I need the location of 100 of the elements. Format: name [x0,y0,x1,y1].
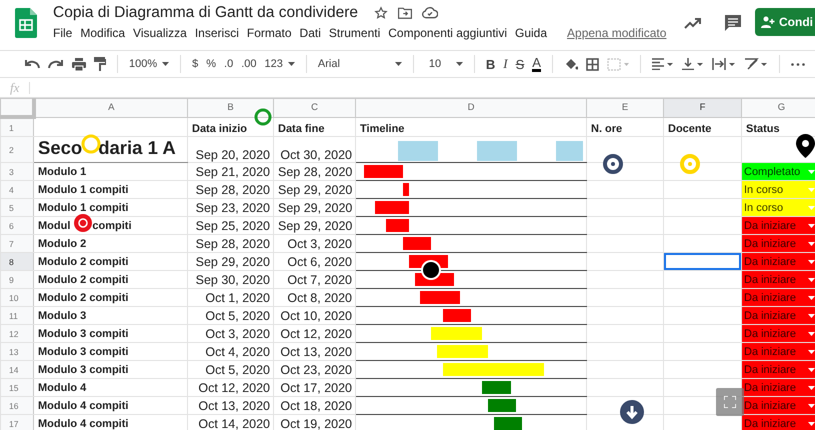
text-wrap-icon[interactable] [712,58,736,70]
caret-icon[interactable] [394,62,402,66]
table-cell: Oct 4, 2020 [188,342,274,360]
status-dropdown[interactable]: Da iniziare [742,270,815,288]
row-number[interactable]: 7 [0,234,34,252]
status-dropdown[interactable]: Da iniziare [742,396,815,414]
row-number[interactable]: 11 [0,306,34,324]
text-color-button[interactable]: A [532,56,541,72]
folder-icon[interactable] [398,7,412,19]
cloud-icon[interactable] [422,7,438,19]
row-number[interactable]: 9 [0,270,34,288]
strikethrough-button[interactable]: S [516,56,524,72]
decrease-decimals-button[interactable]: .0 [224,58,234,70]
text-rotate-icon[interactable] [744,58,768,70]
currency-button[interactable]: $ [192,58,198,70]
caret-icon[interactable] [456,62,463,66]
share-button[interactable]: Condi [755,8,815,36]
row-number[interactable]: 10 [0,288,34,306]
menu-item[interactable]: Guida [515,26,552,40]
font-size-select[interactable]: 10 [424,58,451,70]
row-number[interactable]: 8 [0,252,34,270]
table-cell: Sep 29, 2020 [274,180,356,198]
star-icon[interactable] [374,6,388,20]
caret-icon [808,404,815,408]
table-cell: Oct 8, 2020 [274,288,356,306]
status-dropdown[interactable]: Completato [742,162,815,180]
status-dropdown[interactable]: Da iniziare [742,360,815,378]
italic-button[interactable]: I [503,56,508,72]
row-number[interactable]: 16 [0,396,34,414]
comment-icon[interactable] [724,14,742,32]
table-cell: Sep 30, 2020 [188,270,274,288]
document-title[interactable]: Copia di Diagramma di Gantt da condividere [53,4,358,22]
row-number[interactable]: 6 [0,216,34,234]
column-header[interactable]: F [664,98,742,117]
caret-icon[interactable] [162,62,170,66]
column-header[interactable]: A [34,98,188,117]
number-format-select[interactable]: 123 [264,58,283,70]
undo-icon[interactable] [24,59,40,69]
print-icon[interactable] [72,58,86,70]
column-header[interactable]: C [274,98,356,117]
borders-icon[interactable] [586,58,599,70]
last-edit-link[interactable]: Appena modificato [567,26,666,40]
menu-item[interactable]: Formato [246,26,297,40]
fullscreen-button[interactable] [716,388,744,416]
menu-item[interactable]: Componenti aggiuntivi [388,26,512,40]
bold-button[interactable]: B [486,56,496,72]
sheets-logo-icon[interactable] [15,8,37,38]
align-left-icon[interactable] [652,58,674,70]
font-select[interactable]: Arial [318,58,390,70]
menu-item[interactable]: Inserisci [194,26,244,40]
fill-color-icon[interactable] [564,58,578,70]
trend-icon[interactable] [684,17,702,29]
more-icon[interactable] [790,62,805,66]
task-name: Modul [38,220,70,232]
menu-item[interactable]: Strumenti [328,26,386,40]
redo-icon[interactable] [48,59,64,69]
column-header[interactable]: G [742,98,815,117]
menu-item[interactable]: Visualizza [133,26,192,40]
percent-button[interactable]: % [206,58,216,70]
row-number[interactable]: 15 [0,378,34,396]
table-cell: Oct 18, 2020 [274,396,356,414]
status-dropdown[interactable]: Da iniziare [742,324,815,342]
status-dropdown[interactable]: Da iniziare [742,378,815,396]
status-dropdown[interactable]: Da iniziare [742,288,815,306]
row-number[interactable]: 3 [0,162,34,180]
status-dropdown[interactable]: In corso [742,180,815,198]
table-cell: Oct 5, 2020 [188,360,274,378]
vertical-align-icon[interactable] [682,58,704,70]
column-header[interactable]: E [586,98,664,117]
row-number[interactable]: 17 [0,414,34,430]
row-number[interactable]: 4 [0,180,34,198]
menu-item[interactable]: Modifica [80,26,130,40]
table-cell: Oct 23, 2020 [274,360,356,378]
status-dropdown[interactable]: In corso [742,198,815,216]
status-dropdown[interactable]: Da iniziare [742,414,815,430]
status-dropdown[interactable]: Da iniziare [742,216,815,234]
row-number[interactable]: 14 [0,360,34,378]
table-cell: Sep 20, 2020 [188,136,274,162]
paint-format-icon[interactable] [94,57,106,71]
row-number[interactable]: 5 [0,198,34,216]
hotspot-icon [680,154,700,174]
table-cell: Oct 13, 2020 [274,342,356,360]
status-dropdown[interactable]: Da iniziare [742,234,815,252]
caret-icon [808,422,815,426]
status-dropdown[interactable]: Da iniziare [742,252,815,270]
menu-item[interactable]: Dati [300,26,326,40]
column-header[interactable]: D [356,98,586,117]
expand-icon [724,396,736,408]
row-number[interactable]: 13 [0,342,34,360]
increase-decimals-button[interactable]: .00 [241,58,257,70]
status-dropdown[interactable]: Da iniziare [742,342,815,360]
table-cell: Sep 23, 2020 [188,198,274,216]
status-dropdown[interactable]: Da iniziare [742,306,815,324]
zoom-select[interactable]: 100% [129,58,158,70]
task-name: Modulo 4 compiti [38,418,128,430]
column-header[interactable]: B [188,98,274,117]
caret-icon[interactable] [288,62,295,66]
row-number[interactable]: 12 [0,324,34,342]
merge-cells-icon[interactable] [606,58,629,70]
menu-item[interactable]: File [53,26,78,40]
